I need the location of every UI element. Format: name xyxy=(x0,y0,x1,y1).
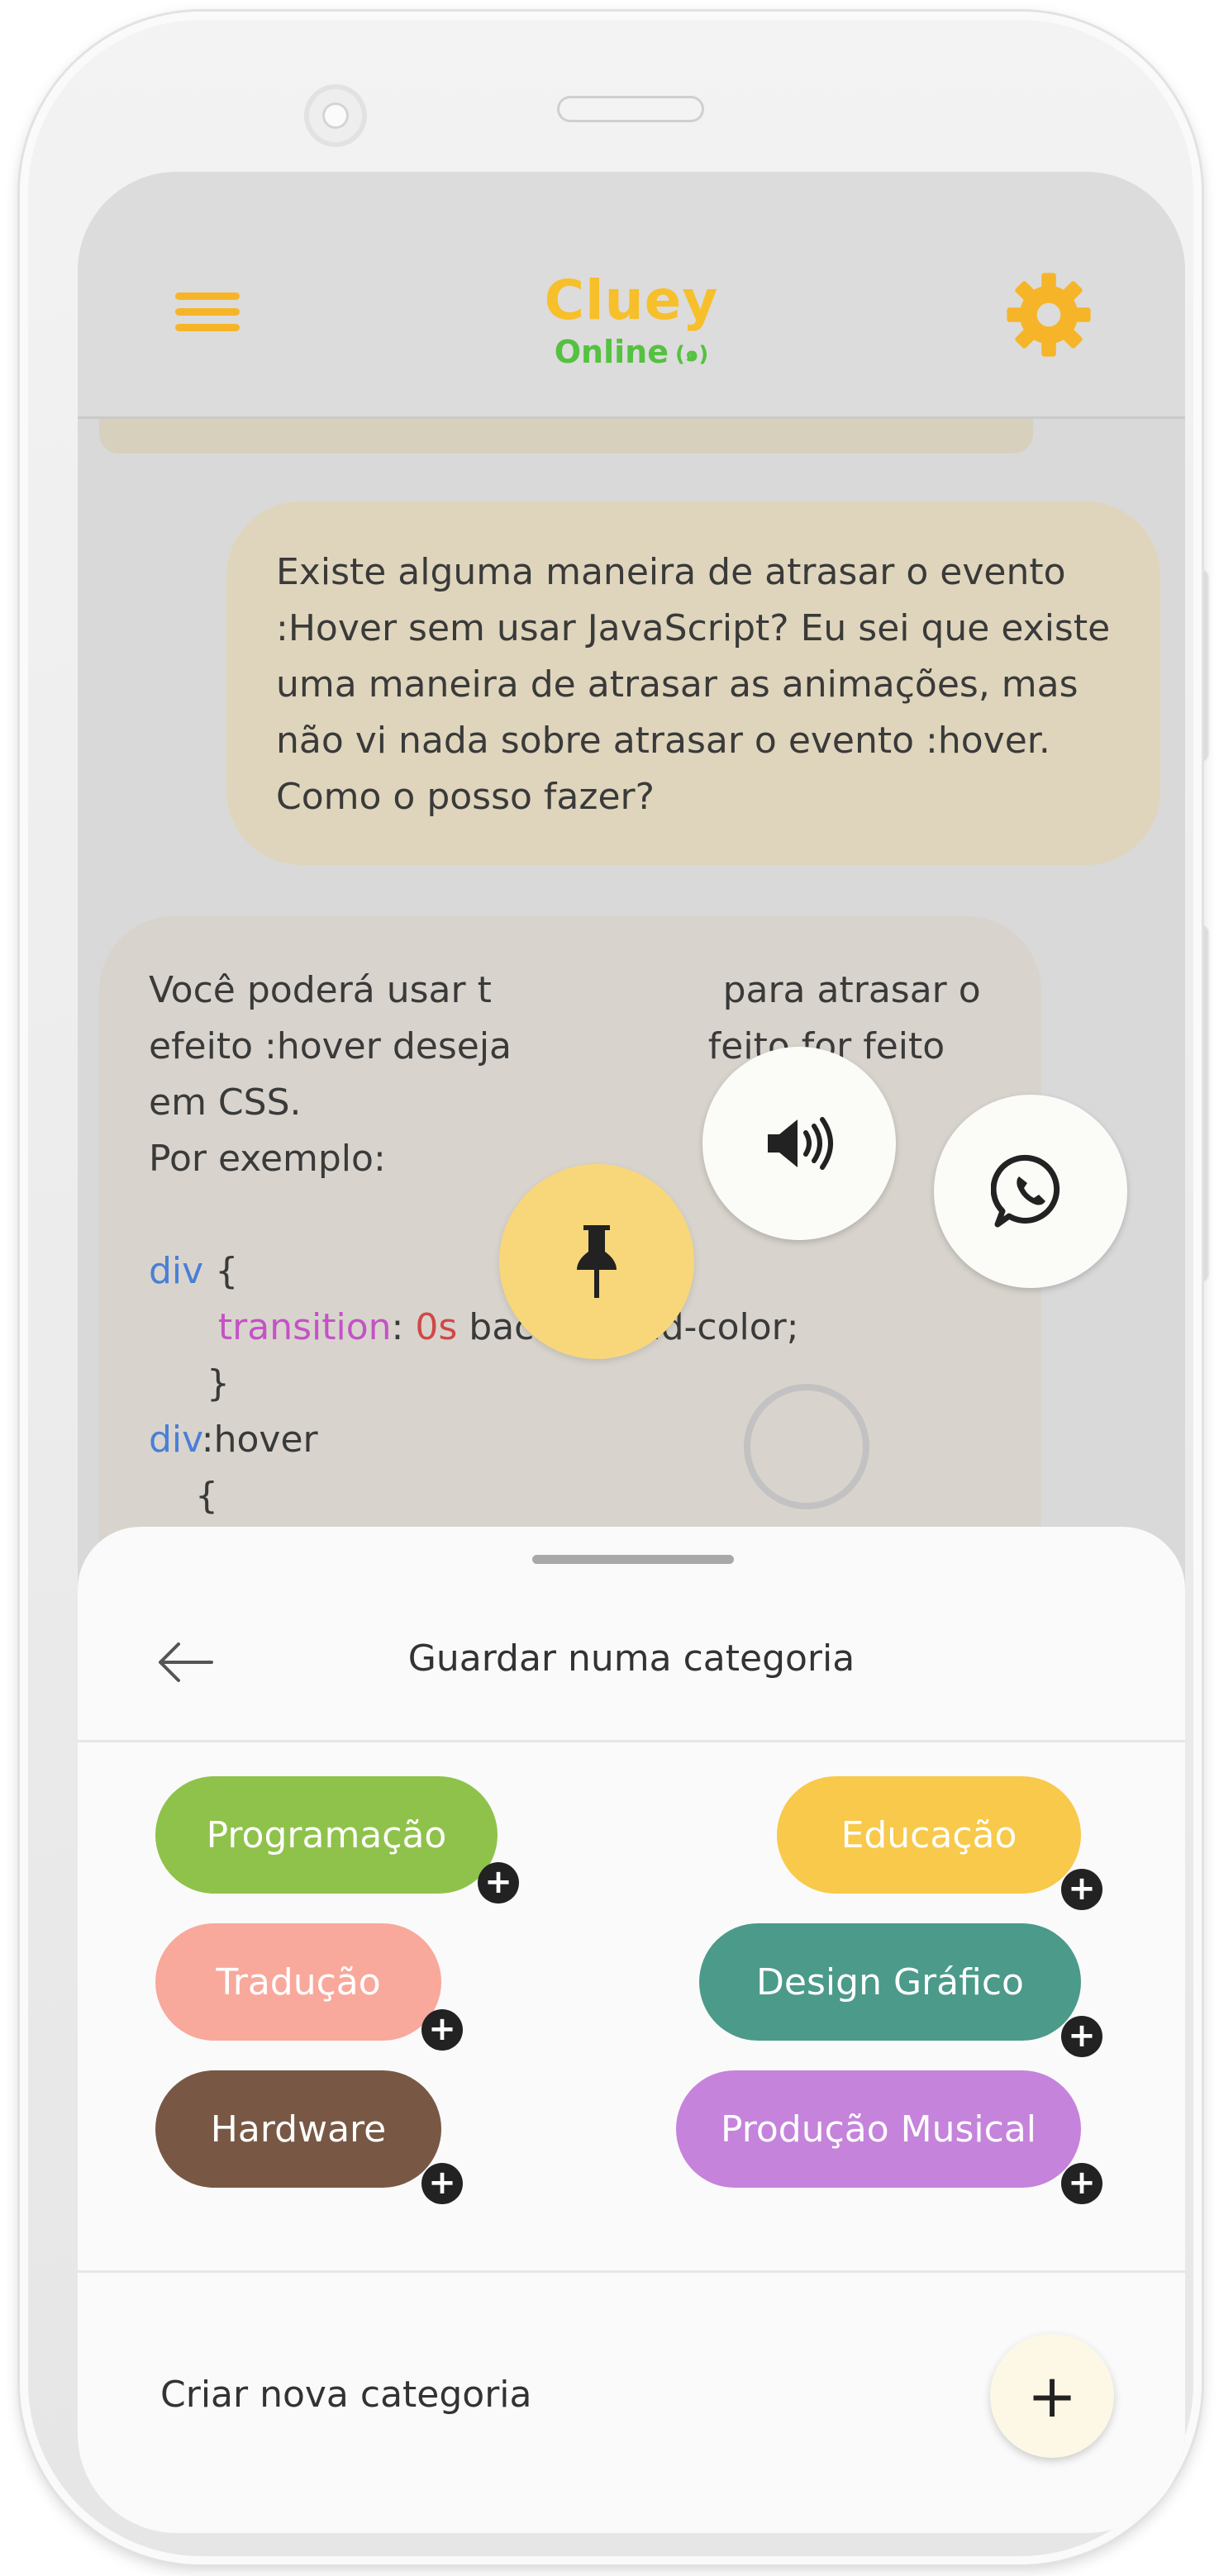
bot-line: Você poderá usar t xyxy=(149,969,492,1011)
pin-icon xyxy=(577,1225,617,1298)
gear-icon[interactable] xyxy=(1003,269,1094,360)
loading-ring-icon xyxy=(744,1384,869,1509)
category-chip-design-grafico[interactable]: Design Gráfico + xyxy=(699,1923,1102,2057)
sheet-footer: Criar nova categoria + xyxy=(78,2270,1185,2533)
code-value: 0s xyxy=(415,1306,458,1348)
add-to-category-icon[interactable]: + xyxy=(421,2009,463,2051)
app-screen: Cluey Online (๑) Existe alguma maneira d… xyxy=(78,172,1185,2533)
code-selector: div xyxy=(149,1419,202,1461)
plus-icon: + xyxy=(1026,2361,1078,2431)
category-chip-producao-musical[interactable]: Produção Musical + xyxy=(676,2070,1102,2204)
broadcast-icon: (๑) xyxy=(674,341,709,367)
category-chip-educacao[interactable]: Educação + xyxy=(777,1776,1102,1910)
user-message-text: Existe alguma maneira de atrasar o event… xyxy=(276,551,1111,818)
category-label: Design Gráfico xyxy=(756,1961,1024,2003)
sheet-drag-handle[interactable] xyxy=(532,1555,734,1564)
category-label: Produção Musical xyxy=(720,2108,1037,2151)
save-category-sheet: Guardar numa categoria Programação + Edu… xyxy=(78,1527,1185,2533)
create-category-label[interactable]: Criar nova categoria xyxy=(160,2370,531,2420)
pin-message-button[interactable] xyxy=(499,1164,694,1359)
chat-area[interactable]: Existe alguma maneira de atrasar o event… xyxy=(78,419,1185,1825)
front-camera xyxy=(304,84,367,147)
user-message-bubble[interactable]: Existe alguma maneira de atrasar o event… xyxy=(226,501,1160,865)
previous-message-bubble xyxy=(99,419,1033,454)
code-brace: { xyxy=(194,1475,218,1517)
code-brace: } xyxy=(206,1362,230,1404)
speaker-icon xyxy=(768,1117,833,1170)
code-brace: { xyxy=(203,1250,239,1292)
read-aloud-button[interactable] xyxy=(702,1047,896,1240)
code-property: transition xyxy=(217,1306,392,1348)
phone-frame: Cluey Online (๑) Existe alguma maneira d… xyxy=(20,12,1202,2564)
category-chip-hardware[interactable]: Hardware + xyxy=(155,2070,463,2204)
category-label: Hardware xyxy=(210,2108,387,2151)
earpiece-speaker xyxy=(557,96,704,122)
whatsapp-icon xyxy=(991,1154,1060,1228)
code-pseudo: :hover xyxy=(201,1419,318,1461)
bot-line: para atrasar o xyxy=(722,969,981,1011)
code-selector: div xyxy=(149,1250,204,1292)
add-to-category-icon[interactable]: + xyxy=(1061,1869,1102,1910)
code-colon: : xyxy=(391,1306,416,1348)
add-to-category-icon[interactable]: + xyxy=(1061,2163,1102,2204)
app-header: Cluey Online (๑) xyxy=(78,172,1185,419)
category-label: Educação xyxy=(840,1813,1017,1856)
sheet-title: Guardar numa categoria xyxy=(407,1637,855,1680)
category-chip-programacao[interactable]: Programação + xyxy=(155,1776,519,1903)
share-whatsapp-button[interactable] xyxy=(934,1095,1127,1288)
online-status-label: Online xyxy=(554,334,669,370)
add-to-category-icon[interactable]: + xyxy=(478,1862,519,1903)
bot-line: efeito :hover deseja xyxy=(149,1025,512,1067)
category-chip-traducao[interactable]: Tradução + xyxy=(155,1923,463,2051)
sheet-header: Guardar numa categoria xyxy=(78,1593,1185,1742)
add-to-category-icon[interactable]: + xyxy=(1061,2016,1102,2057)
create-category-button[interactable]: + xyxy=(990,2334,1114,2458)
bot-line: em CSS. xyxy=(149,1081,302,1124)
category-label: Tradução xyxy=(216,1961,381,2003)
category-label: Programação xyxy=(206,1813,447,1856)
add-to-category-icon[interactable]: + xyxy=(421,2163,463,2204)
bot-line: Por exemplo: xyxy=(149,1138,386,1180)
